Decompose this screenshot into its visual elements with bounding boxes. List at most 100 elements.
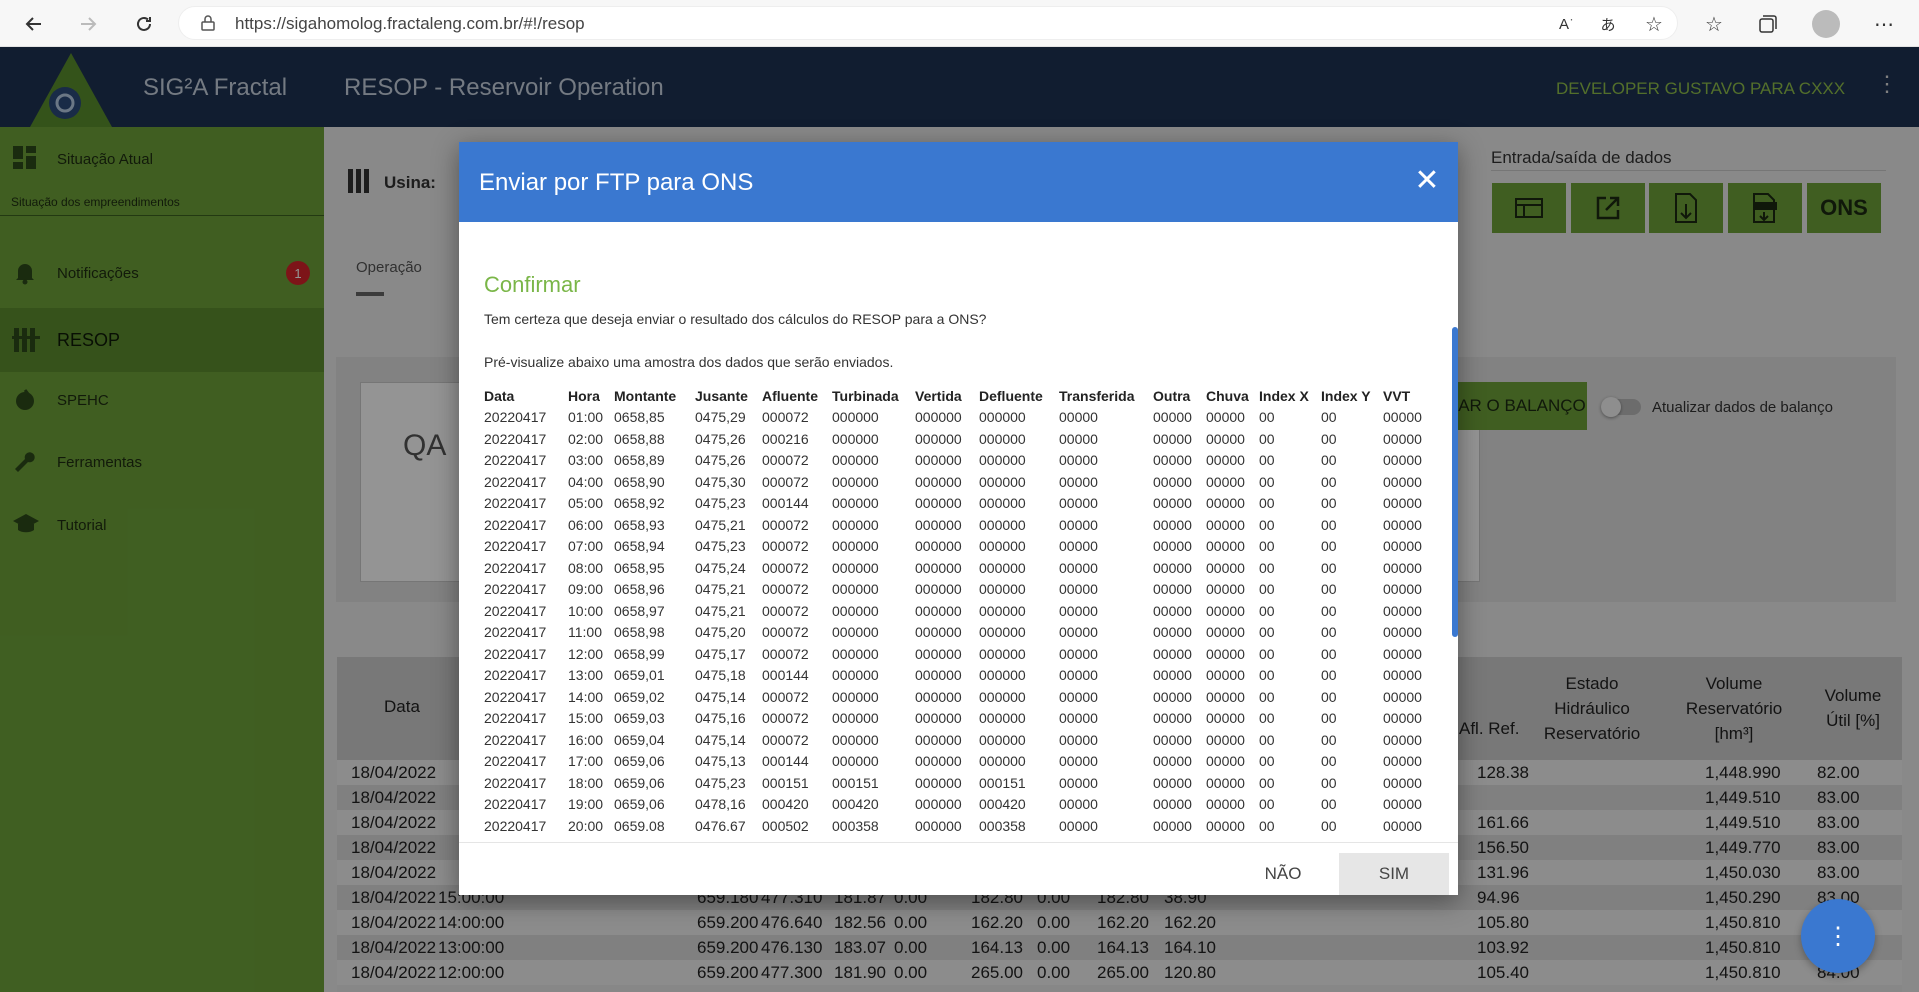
table-cell: 0476.67: [695, 817, 746, 834]
table-cell: 00: [1259, 430, 1275, 447]
table-cell: 00000: [1383, 817, 1422, 834]
table-cell: 00000: [1383, 452, 1422, 469]
translate-icon[interactable]: あ: [1592, 8, 1624, 40]
table-cell: 0658,89: [614, 452, 665, 469]
table-cell: 00000: [1153, 688, 1192, 705]
table-cell: 18:00: [568, 774, 604, 791]
table-cell: 000216: [762, 430, 809, 447]
table-cell: 000000: [915, 817, 962, 834]
table-cell: 000151: [832, 774, 879, 791]
reload-icon[interactable]: [128, 8, 160, 40]
table-row: 20220417 03:00 0658,89 0475,26 000072 000000 0…: [484, 450, 1433, 472]
table-cell: 0659,02: [614, 688, 665, 705]
table-row: 20220417 12:00 0658,99 0475,17 000072 000000 0…: [484, 643, 1433, 665]
table-cell: 000000: [979, 688, 1026, 705]
table-cell: 000420: [832, 796, 879, 813]
table-cell: 00: [1259, 817, 1275, 834]
table-cell: 0475,26: [695, 430, 746, 447]
url-text: https://sigahomolog.fractaleng.com.br/#!…: [235, 14, 585, 33]
table-cell: 03:00: [568, 452, 604, 469]
table-row: 20220417 18:00 0659,06 0475,23 000151 000151 0…: [484, 772, 1433, 794]
table-cell: 000000: [915, 538, 962, 555]
table-cell: 20220417: [484, 731, 547, 748]
preview-table: Data Hora Montante Jusante Afluente Turbinada…: [484, 385, 1433, 837]
table-cell: 000000: [832, 516, 879, 533]
table-cell: 000000: [915, 731, 962, 748]
dialog-header: Enviar por FTP para ONS ✕: [459, 142, 1458, 222]
column-header: Jusante: [695, 387, 748, 404]
no-button[interactable]: NÃO: [1247, 853, 1319, 895]
favorites-icon[interactable]: ☆: [1698, 8, 1730, 40]
table-cell: 000072: [762, 452, 809, 469]
table-cell: 00: [1259, 688, 1275, 705]
table-cell: 00000: [1383, 624, 1422, 641]
table-cell: 000072: [762, 559, 809, 576]
table-cell: 00: [1321, 581, 1337, 598]
table-cell: 00000: [1059, 495, 1098, 512]
table-cell: 0658,97: [614, 602, 665, 619]
table-cell: 000000: [915, 774, 962, 791]
table-cell: 0658,92: [614, 495, 665, 512]
table-cell: 000000: [832, 473, 879, 490]
collections-icon[interactable]: [1752, 8, 1784, 40]
table-cell: 00000: [1206, 538, 1245, 555]
favorite-add-icon[interactable]: ☆: [1638, 8, 1670, 40]
table-cell: 000000: [979, 602, 1026, 619]
table-cell: 0658,94: [614, 538, 665, 555]
more-options-icon[interactable]: ⋯: [1868, 8, 1900, 40]
yes-button[interactable]: SIM: [1339, 853, 1449, 895]
table-cell: 0475,23: [695, 495, 746, 512]
table-cell: 000000: [832, 753, 879, 770]
read-aloud-icon[interactable]: A͘: [1548, 8, 1580, 40]
table-cell: 00000: [1206, 409, 1245, 426]
table-cell: 00000: [1059, 581, 1098, 598]
table-cell: 20220417: [484, 516, 547, 533]
table-cell: 20220417: [484, 645, 547, 662]
table-cell: 0475,30: [695, 473, 746, 490]
table-cell: 00000: [1383, 516, 1422, 533]
table-cell: 000000: [832, 602, 879, 619]
table-cell: 20220417: [484, 667, 547, 684]
table-cell: 00000: [1206, 817, 1245, 834]
forward-icon[interactable]: [72, 8, 104, 40]
table-cell: 000072: [762, 473, 809, 490]
scrollbar[interactable]: [1452, 327, 1458, 637]
table-cell: 10:00: [568, 602, 604, 619]
table-cell: 000000: [832, 645, 879, 662]
table-cell: 20220417: [484, 538, 547, 555]
table-cell: 000000: [979, 667, 1026, 684]
table-cell: 00000: [1059, 753, 1098, 770]
table-cell: 11:00: [568, 624, 602, 641]
column-header: Defluente: [979, 387, 1043, 404]
table-cell: 00000: [1206, 495, 1245, 512]
table-cell: 20220417: [484, 559, 547, 576]
table-cell: 00: [1321, 538, 1337, 555]
table-row: 20220417 07:00 0658,94 0475,23 000072 000000 0…: [484, 536, 1433, 558]
table-row: 20220417 01:00 0658,85 0475,29 000072 000000 0…: [484, 407, 1433, 429]
address-bar[interactable]: https://sigahomolog.fractaleng.com.br/#!…: [178, 6, 1678, 40]
table-cell: 0658,98: [614, 624, 665, 641]
table-cell: 00000: [1383, 495, 1422, 512]
table-cell: 000000: [915, 602, 962, 619]
table-cell: 0475,18: [695, 667, 746, 684]
table-cell: 00: [1259, 710, 1275, 727]
close-icon[interactable]: ✕: [1414, 166, 1440, 196]
table-cell: 00: [1321, 602, 1337, 619]
table-cell: 000000: [979, 731, 1026, 748]
table-cell: 00000: [1383, 753, 1422, 770]
column-header: Vertida: [915, 387, 962, 404]
fab-more-icon[interactable]: ⋮: [1801, 899, 1875, 973]
table-cell: 000000: [979, 409, 1026, 426]
table-cell: 06:00: [568, 516, 604, 533]
table-cell: 20220417: [484, 796, 547, 813]
table-cell: 000144: [762, 495, 809, 512]
table-cell: 00000: [1206, 796, 1245, 813]
profile-avatar[interactable]: [1810, 8, 1842, 40]
table-cell: 20220417: [484, 753, 547, 770]
table-cell: 00000: [1206, 624, 1245, 641]
table-cell: 000151: [762, 774, 809, 791]
table-cell: 00000: [1383, 796, 1422, 813]
table-cell: 0659,06: [614, 753, 665, 770]
table-cell: 00: [1321, 624, 1337, 641]
back-icon[interactable]: [18, 8, 50, 40]
